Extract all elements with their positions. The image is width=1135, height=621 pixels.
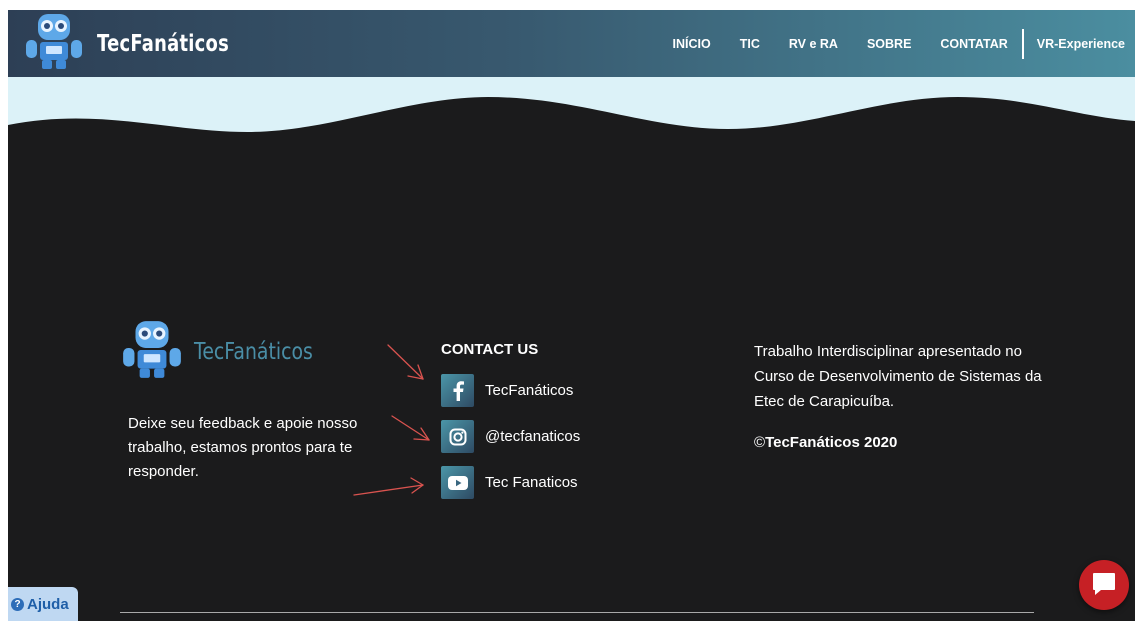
contact-title: CONTACT US <box>441 341 539 358</box>
wave-divider <box>8 77 1135 142</box>
copyright-text: TecFanáticos 2020 <box>765 434 898 451</box>
arrow-to-instagram <box>391 415 430 441</box>
chat-button[interactable] <box>1079 560 1129 610</box>
help-label: Ajuda <box>27 595 69 613</box>
robot-logo-icon <box>119 318 185 385</box>
nav-vr-experience[interactable]: VR-Experience <box>1037 37 1125 51</box>
youtube-icon <box>441 466 474 499</box>
brand-name: TecFanáticos <box>97 30 230 57</box>
main-nav: INÍCIO TIC RV e RA SOBRE CONTATAR VR-Exp… <box>673 10 1135 77</box>
footer-brand: TecFanáticos <box>119 318 339 385</box>
social-label-facebook: TecFanáticos <box>485 382 574 399</box>
instagram-icon <box>441 420 474 453</box>
copyright: ©TecFanáticos 2020 <box>754 434 897 451</box>
facebook-icon <box>441 374 474 407</box>
nav-rv-ra[interactable]: RV e RA <box>789 37 838 51</box>
arrow-to-facebook <box>387 344 424 380</box>
brand[interactable]: TecFanáticos <box>22 10 266 77</box>
social-link-facebook[interactable]: TecFanáticos <box>441 374 573 407</box>
about-text: Trabalho Interdisciplinar apresentado no… <box>754 343 1042 410</box>
social-label-instagram: @tecfanaticos <box>485 428 581 445</box>
robot-logo-icon <box>22 12 86 75</box>
page: TecFanáticos INÍCIO TIC RV e RA SOBRE CO… <box>8 10 1135 621</box>
nav-inicio[interactable]: INÍCIO <box>673 37 711 51</box>
footer-divider <box>120 612 1034 613</box>
social-link-youtube[interactable]: Tec Fanaticos <box>441 466 578 499</box>
nav-tic[interactable]: TIC <box>740 37 760 51</box>
help-button[interactable]: ? Ajuda <box>8 587 78 621</box>
navbar: TecFanáticos INÍCIO TIC RV e RA SOBRE CO… <box>8 10 1135 77</box>
nav-contatar[interactable]: CONTATAR <box>940 37 1007 51</box>
social-label-youtube: Tec Fanaticos <box>485 474 578 491</box>
copyright-symbol: © <box>754 434 766 451</box>
question-circle-icon: ? <box>11 597 24 611</box>
footer-brand-name: TecFanáticos <box>194 338 313 365</box>
nav-divider <box>1021 28 1024 59</box>
feedback-text: Deixe seu feedback e apoie nosso trabalh… <box>128 415 358 480</box>
social-link-instagram[interactable]: @tecfanaticos <box>441 420 580 453</box>
chat-bubble-icon <box>1091 570 1117 601</box>
nav-sobre[interactable]: SOBRE <box>867 37 911 51</box>
